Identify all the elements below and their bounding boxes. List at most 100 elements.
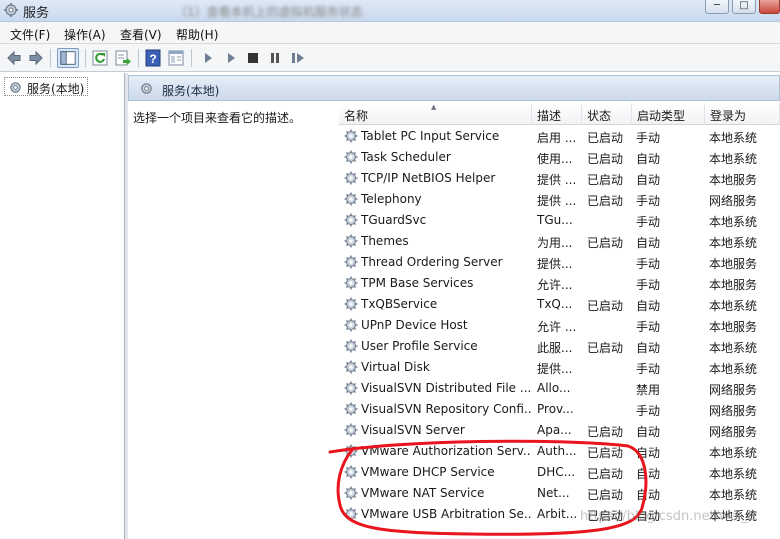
start-service-icon[interactable] <box>199 49 217 67</box>
restart-service-icon[interactable] <box>289 49 307 67</box>
refresh-icon[interactable] <box>91 49 109 67</box>
service-logon-as: 本地系统 <box>709 446 758 460</box>
window-title: 服务 <box>23 6 50 21</box>
service-logon-as: 本地系统 <box>709 362 758 376</box>
service-description: TGu... <box>537 213 573 227</box>
details-pane: 服务(本地) 选择一个项目来查看它的描述。 名称 ▲ 描述 状态 启动类型 登录… <box>128 73 780 539</box>
export-list-icon[interactable] <box>114 49 132 67</box>
service-description: Arbit... <box>537 507 578 521</box>
blurred-caption: （1）查看本机上的虚拟机服务状态 <box>175 5 363 19</box>
description-panel: 选择一个项目来查看它的描述。 <box>128 101 333 539</box>
help-icon[interactable]: ? <box>144 49 162 67</box>
service-logon-as: 本地服务 <box>709 278 758 292</box>
table-row[interactable]: Themes 为用... 已启动 自动 本地系统 <box>339 231 780 252</box>
service-startup-type: 自动 <box>636 299 661 313</box>
service-logon-as: 本地系统 <box>709 341 758 355</box>
table-row[interactable]: Task Scheduler 使用... 已启动 自动 本地系统 <box>339 147 780 168</box>
table-row[interactable]: VisualSVN Distributed File ... Allo... 禁用 网… <box>339 378 780 399</box>
start-service-alt-icon[interactable] <box>222 49 240 67</box>
service-logon-as: 网络服务 <box>709 425 758 439</box>
table-row[interactable]: VMware DHCP Service DHC... 已启动 自动 本地系统 <box>339 462 780 483</box>
table-row[interactable]: VisualSVN Repository Confi... Prov... 手动 网络… <box>339 399 780 420</box>
service-startup-type: 自动 <box>636 467 661 481</box>
service-startup-type: 手动 <box>636 404 661 418</box>
table-row[interactable]: Tablet PC Input Service 启用 ... 已启动 手动 本地系统 <box>339 126 780 147</box>
service-gear-icon <box>344 339 358 353</box>
watermark: https://blog.csdn.net/wei_lr <box>580 509 757 524</box>
minimize-button[interactable]: ─ <box>705 0 729 14</box>
service-name: Thread Ordering Server <box>361 255 503 269</box>
console-tree-icon[interactable] <box>57 48 79 68</box>
column-header-status[interactable]: 状态 <box>582 103 632 125</box>
toolbar-separator <box>50 49 51 67</box>
service-logon-as: 本地服务 <box>709 320 758 334</box>
menu-file[interactable]: 文件(F) <box>10 26 50 43</box>
forward-arrow-icon[interactable] <box>27 49 45 67</box>
service-description: Allo... <box>537 381 571 395</box>
service-gear-icon <box>344 402 358 416</box>
service-description: 为用... <box>537 236 573 250</box>
service-status: 已启动 <box>587 194 624 208</box>
service-gear-icon <box>344 465 358 479</box>
column-header-name[interactable]: 名称 ▲ <box>339 103 532 125</box>
toolbar-separator <box>138 49 139 67</box>
sort-ascending-icon: ▲ <box>431 103 437 111</box>
service-logon-as: 本地系统 <box>709 299 758 313</box>
table-row[interactable]: User Profile Service 此服... 已启动 自动 本地系统 <box>339 336 780 357</box>
service-gear-icon <box>344 276 358 290</box>
service-name: TxQBService <box>361 297 438 311</box>
service-logon-as: 本地系统 <box>709 467 758 481</box>
table-row[interactable]: UPnP Device Host 允许 ... 手动 本地服务 <box>339 315 780 336</box>
service-startup-type: 自动 <box>636 488 661 502</box>
table-row[interactable]: TCP/IP NetBIOS Helper 提供 ... 已启动 自动 本地服务 <box>339 168 780 189</box>
menu-help[interactable]: 帮助(H) <box>176 26 218 43</box>
table-row[interactable]: Thread Ordering Server 提供... 手动 本地服务 <box>339 252 780 273</box>
column-header-startup-type[interactable]: 启动类型 <box>632 103 705 125</box>
service-name: VMware USB Arbitration Se... <box>361 507 531 521</box>
table-row[interactable]: VMware NAT Service Net... 已启动 自动 本地系统 <box>339 483 780 504</box>
column-header-logon-as[interactable]: 登录为 <box>705 103 780 125</box>
service-gear-icon <box>344 213 358 227</box>
table-row[interactable]: VMware Authorization Serv... Auth... 已启动 自动… <box>339 441 780 462</box>
table-row[interactable]: Telephony 提供 ... 已启动 手动 网络服务 <box>339 189 780 210</box>
service-startup-type: 手动 <box>636 320 661 334</box>
service-name: VisualSVN Repository Confi... <box>361 402 531 416</box>
service-name: Task Scheduler <box>361 150 451 164</box>
table-row[interactable]: TxQBService TxQ... 已启动 自动 本地系统 <box>339 294 780 315</box>
services-list: 名称 ▲ 描述 状态 启动类型 登录为 Tablet PC Input Serv… <box>339 101 780 539</box>
service-startup-type: 自动 <box>636 425 661 439</box>
restore-button[interactable]: □ <box>732 0 756 14</box>
service-logon-as: 本地系统 <box>709 488 758 502</box>
services-gear-icon <box>4 3 18 17</box>
pause-service-icon[interactable] <box>266 49 284 67</box>
table-row[interactable]: TGuardSvc TGu... 手动 本地系统 <box>339 210 780 231</box>
service-startup-type: 手动 <box>636 215 661 229</box>
table-row[interactable]: VisualSVN Server Apa... 已启动 自动 网络服务 <box>339 420 780 441</box>
service-description: 提供 ... <box>537 173 577 187</box>
tree-item-services-local[interactable]: 服务(本地) <box>4 77 89 96</box>
service-logon-as: 本地系统 <box>709 152 758 166</box>
back-arrow-icon[interactable] <box>5 49 23 67</box>
service-logon-as: 本地服务 <box>709 257 758 271</box>
service-status: 已启动 <box>587 341 624 355</box>
service-description: 此服... <box>537 341 573 355</box>
close-button[interactable] <box>759 0 780 14</box>
toolbar: ? <box>0 44 780 72</box>
menu-view[interactable]: 查看(V) <box>120 26 162 43</box>
table-row[interactable]: Virtual Disk 提供... 手动 本地系统 <box>339 357 780 378</box>
details-header: 服务(本地) <box>128 75 780 101</box>
menu-action[interactable]: 操作(A) <box>64 26 106 43</box>
service-status: 已启动 <box>587 446 624 460</box>
stop-service-icon[interactable] <box>244 49 262 67</box>
services-gear-icon <box>141 83 152 94</box>
service-startup-type: 自动 <box>636 173 661 187</box>
table-row[interactable]: TPM Base Services 允许... 手动 本地服务 <box>339 273 780 294</box>
toolbar-separator <box>191 49 192 67</box>
service-description: Net... <box>537 486 570 500</box>
properties-icon[interactable] <box>167 49 185 67</box>
service-gear-icon <box>344 360 358 374</box>
column-header-description[interactable]: 描述 <box>532 103 582 125</box>
description-prompt: 选择一个项目来查看它的描述。 <box>133 111 302 125</box>
service-logon-as: 网络服务 <box>709 194 758 208</box>
service-startup-type: 手动 <box>636 131 661 145</box>
